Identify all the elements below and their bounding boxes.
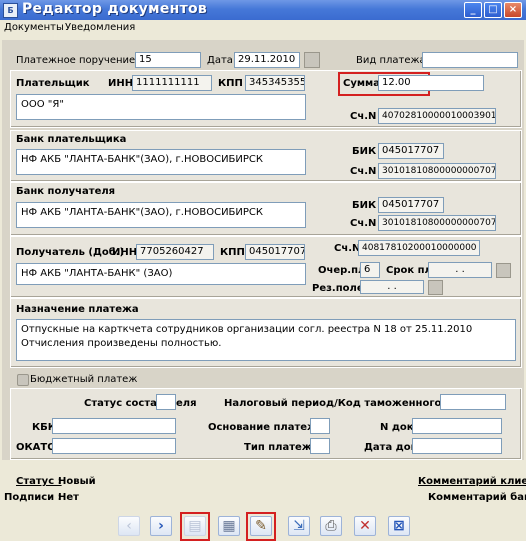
status-label: Статус : <box>16 476 62 487</box>
purpose-label: Назначение платежа <box>16 304 139 315</box>
reserve-calendar-button[interactable] <box>428 280 443 295</box>
payee-name-field[interactable]: НФ АКБ "ЛАНТА-БАНК" (ЗАО) <box>16 263 306 285</box>
send-icon[interactable]: ⇲ <box>288 516 310 536</box>
payer-kpp-label: КПП <box>218 78 243 89</box>
save-icon[interactable]: ▤ <box>184 516 206 536</box>
payer-label: Плательщик <box>16 78 90 89</box>
bank-comment-label: Комментарий банка <box>428 492 526 503</box>
date-field[interactable]: 29.11.2010 <box>234 52 300 68</box>
term-calendar-button[interactable] <box>496 263 511 278</box>
payee-bank-account-label: Сч.N <box>350 218 377 229</box>
payer-name-field[interactable]: ООО "Я" <box>16 94 306 120</box>
payment-kind-label: Вид платежа <box>356 55 426 66</box>
menu-documents[interactable]: Документы <box>4 22 64 33</box>
minimize-button[interactable]: _ <box>464 2 482 18</box>
sign-icon[interactable]: ✎ <box>250 516 272 536</box>
payer-bank-name-field[interactable]: НФ АКБ "ЛАНТА-БАНК"(ЗАО), г.НОВОСИБИРСК <box>16 149 306 175</box>
payment-order-label: Очер.пл <box>318 265 366 276</box>
doc-date-field[interactable] <box>412 438 502 454</box>
sum-label: Сумма <box>343 78 380 89</box>
payee-kpp-label: КПП <box>220 247 245 258</box>
status-value: Новый <box>58 476 96 487</box>
payee-bank-bik-field[interactable]: 045017707 <box>378 197 444 213</box>
payment-term-label: Срок пл <box>386 265 432 276</box>
doc-number-field[interactable] <box>412 418 502 434</box>
payment-order-field[interactable]: 6 <box>360 262 380 278</box>
payee-label: Получатель (Доб.) <box>16 247 125 258</box>
payee-bank-label: Банк получателя <box>16 186 116 197</box>
view-icon[interactable]: ▦ <box>218 516 240 536</box>
payment-type-field[interactable] <box>310 438 330 454</box>
compiler-status-label: Статус составителя <box>84 398 197 409</box>
payee-inn-field[interactable]: 7705260427 <box>136 244 214 260</box>
client-comment-link[interactable]: Комментарий клиента <box>418 476 526 487</box>
document-editor-icon: Б <box>3 3 18 18</box>
close-window-button[interactable]: × <box>504 2 522 18</box>
payer-bank-label: Банк плательщика <box>16 134 127 145</box>
budget-checkbox-label: Бюджетный платеж <box>30 374 138 385</box>
payee-bank-name-field[interactable]: НФ АКБ "ЛАНТА-БАНК"(ЗАО), г.НОВОСИБИРСК <box>16 202 306 228</box>
payee-bank-account-field[interactable]: 30101810800000000707 <box>378 215 496 231</box>
payee-bank-bik-label: БИК <box>352 200 377 211</box>
date-label: Дата <box>207 55 233 66</box>
calendar-button[interactable] <box>304 52 320 68</box>
kbk-field[interactable] <box>52 418 176 434</box>
tax-period-field[interactable] <box>440 394 506 410</box>
payer-inn-field[interactable]: 1111111111 <box>132 75 212 91</box>
delete-icon[interactable]: ✕ <box>354 516 376 536</box>
print-icon[interactable]: ⎙ <box>320 516 342 536</box>
basis-field[interactable] <box>310 418 330 434</box>
order-number-field[interactable]: 15 <box>135 52 201 68</box>
payer-inn-label: ИНН <box>108 78 134 89</box>
payer-bank-bik-field[interactable]: 045017707 <box>378 143 444 159</box>
signatures-value: Нет <box>58 492 79 503</box>
payer-bank-account-label: Сч.N <box>350 166 377 177</box>
payee-inn-label: ИНН <box>112 247 138 258</box>
payer-account-field[interactable]: 40702810000010003901 <box>378 108 496 124</box>
window-title: Редактор документов <box>22 1 208 17</box>
menu-notifications[interactable]: Уведомления <box>65 22 135 33</box>
payer-bank-bik-label: БИК <box>352 146 377 157</box>
payee-kpp-field[interactable]: 045017707 <box>245 244 305 260</box>
sum-field[interactable]: 12.00 <box>378 75 484 91</box>
forward-icon[interactable]: › <box>150 516 172 536</box>
payment-term-field[interactable]: . . <box>428 262 492 278</box>
signatures-label: Подписи : <box>4 492 62 503</box>
maximize-button[interactable]: □ <box>484 2 502 18</box>
okato-field[interactable] <box>52 438 176 454</box>
budget-checkbox[interactable] <box>17 374 29 386</box>
okato-label: ОКАТО <box>16 442 56 453</box>
reserve-field[interactable]: . . <box>360 280 424 294</box>
order-number-label: Платежное поручение N <box>16 55 146 66</box>
payer-bank-account-field[interactable]: 30101810800000000707 <box>378 163 496 179</box>
payment-type-label: Тип платежа <box>244 442 319 453</box>
payer-kpp-field[interactable]: 345345355 <box>245 75 305 91</box>
purpose-text-field[interactable]: Отпускные на карткчета сотрудников орган… <box>16 319 516 361</box>
back-icon[interactable]: ‹ <box>118 516 140 536</box>
basis-label: Основание платежа <box>208 422 324 433</box>
payee-account-label: Сч.N <box>334 243 361 254</box>
payee-account-field[interactable]: 40817810200010000000 <box>358 240 480 256</box>
reserve-field-label: Рез.поле <box>312 283 364 294</box>
payer-account-label: Сч.N <box>350 111 377 122</box>
payment-kind-field[interactable] <box>422 52 518 68</box>
compiler-status-field[interactable] <box>156 394 176 410</box>
close-icon[interactable]: ⊠ <box>388 516 410 536</box>
